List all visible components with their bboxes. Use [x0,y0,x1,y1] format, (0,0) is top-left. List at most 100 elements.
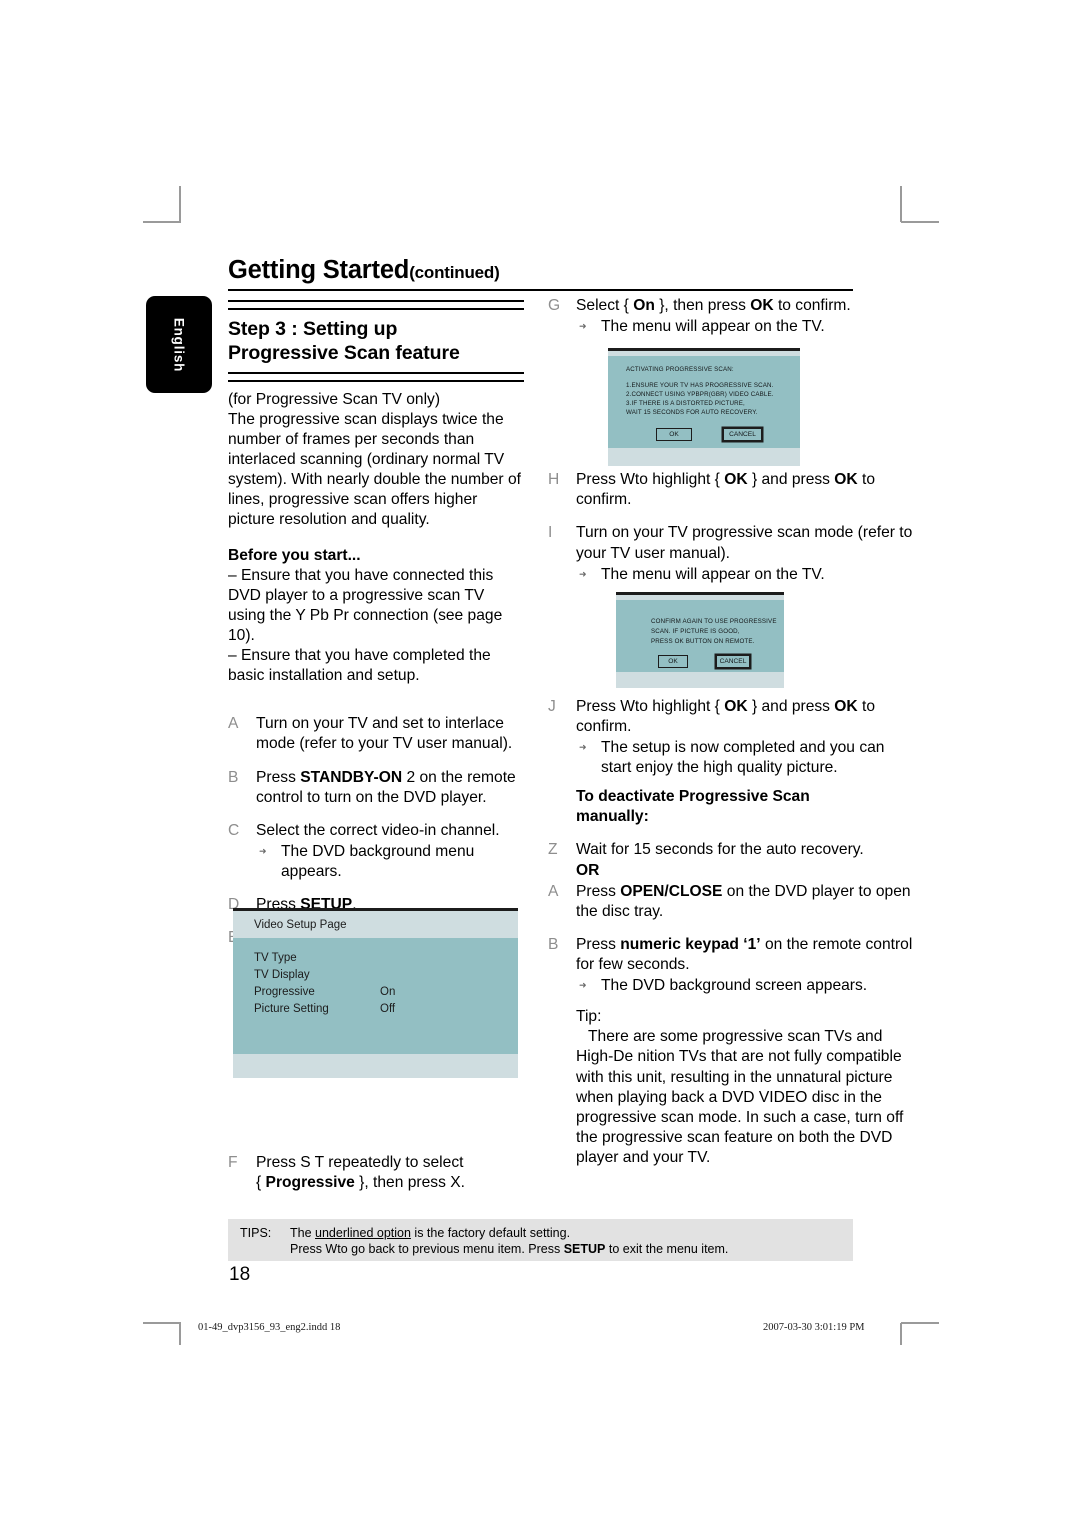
step-j-bullet-text: The setup is now completed and you can s… [601,738,885,777]
tips-line-1-underlined: underlined option [315,1226,411,1240]
step-i-bullet-text: The menu will appear on the TV. [601,565,825,583]
step-z: Z Wait for 15 seconds for the auto recov… [548,840,918,880]
section-rule-top [228,300,524,310]
step-j-text-mid: } and press [747,697,835,715]
tips-label: TIPS: [240,1226,272,1240]
step-j: J Press Wto highlight { OK } and press O… [548,697,918,778]
imprint-filename: 01-49_dvp3156_93_eng2.indd 18 [198,1322,341,1333]
deactivate-heading: To deactivate Progressive Scan manually: [548,787,918,827]
tips-footer-box: TIPS: The underlined option is the facto… [228,1219,853,1261]
activating-dialog-cancel-button[interactable]: CANCEL [723,428,762,441]
or-label: OR [576,861,600,879]
step-g-bold-on: On [633,297,655,314]
confirm-progressive-scan-screenshot: CONFIRM AGAIN TO USE PROGRESSIVE SCAN. I… [616,592,784,688]
step-i: I Turn on your TV progressive scan mode … [548,523,918,584]
bullet-dot-icon: ➜ [259,845,267,856]
step-c-letter: C [228,821,240,839]
crop-mark-bottom-right-vertical [900,1323,902,1345]
tip-body: There are some progressive scan TVs and … [576,1028,904,1166]
step-b-deactivate-bullet-text: The DVD background screen appears. [601,977,868,995]
step-g-text-pre: Select { [576,297,634,314]
step-i-text: Turn on your TV progressive scan mode (r… [576,524,913,562]
before-you-start-item-2: – Ensure that you have completed the bas… [228,647,491,685]
step-a: A Turn on your TV and set to interlace m… [228,714,524,754]
bullet-dot-icon: ➜ [579,980,587,991]
crop-mark-bottom-left-vertical [179,1323,181,1345]
confirm-dialog-line-2: SCAN. IF PICTURE IS GOOD, [651,628,740,635]
video-setup-page-body: TV Type TV Display Progressive Picture S… [233,938,518,1054]
step-j-text-pre: Press Wto highlight { [576,697,725,715]
step-j-bullet: ➜ The setup is now completed and you can… [576,738,918,778]
step-f-letter: F [228,1154,238,1172]
step-c-bullet: ➜ The DVD background menu appears. [256,842,524,882]
step-g-bullet: ➜ The menu will appear on the TV. [576,317,918,337]
step-z-letter: Z [548,841,558,859]
step-b-deactivate: B Press numeric keypad ‘1’ on the remote… [548,935,918,996]
step-a-deactivate: A Press OPEN/CLOSE on the DVD player to … [548,882,918,922]
video-setup-row-value-progressive: On [380,986,396,998]
step-a-letter: A [228,715,239,733]
tip-label: Tip: [576,1008,602,1026]
step-b-deactivate-bold-keypad: numeric keypad ‘1’ [620,935,761,953]
video-setup-row-label-tv-type: TV Type [254,952,297,964]
step-g-letter: G [548,297,561,314]
step-g: G Select { On }, then press OK to confir… [548,296,918,337]
step-f: F Press S T repeatedly to select { Progr… [228,1153,524,1193]
activating-dialog-line-4: WAIT 15 SECONDS FOR AUTO RECOVERY. [626,409,758,416]
before-you-start-heading: Before you start... [228,546,361,564]
crop-mark-top-left-vertical [179,186,181,222]
activating-dialog-line-3: 3.IF THERE IS A DISTORTED PICTURE, [626,400,745,407]
step-b-bold-standby-on: STANDBY-ON [300,768,403,786]
step-f-line1: Press S T repeatedly to select [256,1154,464,1172]
intro-line-1: (for Progressive Scan TV only) [228,390,441,408]
section-rule-bottom [228,371,524,382]
crop-mark-bottom-right-horizontal [901,1322,939,1324]
confirm-dialog-line-3: PRESS OK BUTTON ON REMOTE. [651,638,755,645]
step-h: H Press Wto highlight { OK } and press O… [548,470,918,510]
language-tab-english: English [146,296,212,393]
step-c-text: Select the correct video-in channel. [256,821,500,839]
step-f-line2-post: }, then press X. [354,1174,465,1192]
step-a-text: Turn on your TV and set to interlace mod… [256,715,513,753]
step-a-deactivate-text-pre: Press [576,882,621,900]
section-heading-line1: Step 3 : Setting up [228,318,398,340]
confirm-dialog-ok-button[interactable]: OK [658,655,688,668]
tips-line-2-post: to exit the menu item. [605,1242,729,1256]
step-j-bold-ok-1: OK [724,697,748,715]
tips-line-1-pre: The [290,1226,316,1240]
activating-dialog-line-2: 2.CONNECT USING YPBPR(GBR) VIDEO CABLE. [626,391,774,398]
step-h-bold-ok-1: OK [724,471,748,489]
activating-progressive-scan-screenshot: ACTIVATING PROGRESSIVE SCAN: 1.ENSURE YO… [608,348,800,466]
step-c: C Select the correct video-in channel. ➜… [228,821,524,882]
activating-dialog-line-1: 1.ENSURE YOUR TV HAS PROGRESSIVE SCAN. [626,382,774,389]
crop-mark-bottom-left-horizontal [143,1322,181,1324]
video-setup-page-screenshot: Video Setup Page TV Type TV Display Prog… [233,908,518,1078]
step-b-deactivate-bullet: ➜ The DVD background screen appears. [576,976,918,996]
step-h-letter: H [548,471,560,489]
step-g-text-post: to confirm. [773,297,851,314]
activating-dialog-ok-button[interactable]: OK [656,428,692,441]
step-h-bold-ok-2: OK [834,471,858,489]
title-underline-rule [228,289,853,291]
video-setup-page-title: Video Setup Page [254,919,347,931]
step-h-text-pre: Press Wto highlight { [576,471,725,489]
crop-mark-top-right-horizontal [901,221,939,223]
confirm-dialog-cancel-button[interactable]: CANCEL [716,655,750,668]
tips-line-2-bold-setup: SETUP [563,1242,606,1256]
step-f-line2-pre: { [256,1174,266,1192]
step-b: B Press STANDBY-ON 2 on the remote contr… [228,768,524,808]
step-b-text-pre: Press [256,768,301,786]
step-a-deactivate-letter: A [548,882,559,900]
language-tab-label: English [171,317,187,372]
before-you-start-item-1: – Ensure that you have connected this DV… [228,566,503,644]
activating-dialog-body: ACTIVATING PROGRESSIVE SCAN: 1.ENSURE YO… [608,356,800,448]
step-f-bold-progressive: Progressive [265,1174,355,1192]
intro-body: The progressive scan displays twice the … [228,410,521,529]
tips-line-2-pre: Press Wto go back to previous menu item.… [290,1242,564,1256]
step-b-letter: B [228,768,239,786]
tip-block: Tip: There are some progressive scan TVs… [548,1007,918,1168]
bullet-dot-icon: ➜ [579,321,587,332]
step-j-letter: J [548,697,556,715]
page-number: 18 [229,1264,251,1285]
video-setup-row-label-picture-setting: Picture Setting [254,1003,329,1015]
